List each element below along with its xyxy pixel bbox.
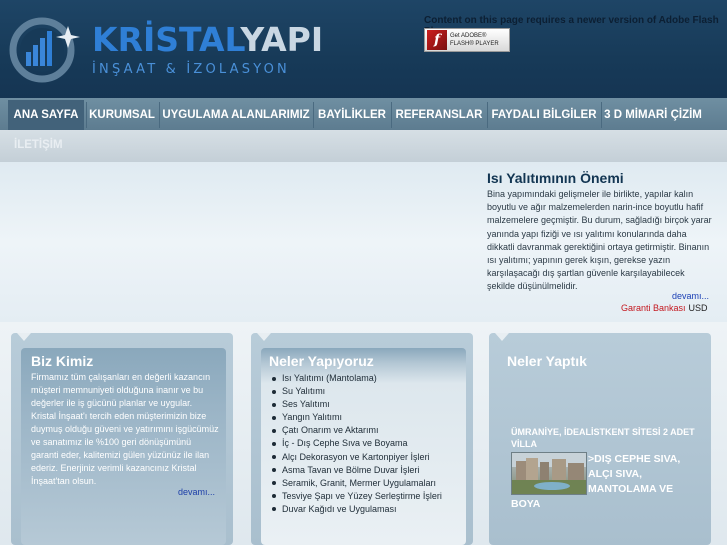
project-desc-line3: MANTOLAMA VE — [588, 483, 674, 495]
box-notch — [495, 333, 509, 341]
nav-item-faydali-bilgiler[interactable]: FAYDALI BİLGİLER — [489, 100, 599, 130]
ticker-bank: Garanti Bankası — [621, 303, 686, 313]
about-title: Biz Kimiz — [31, 353, 94, 369]
services-title: Neler Yapıyoruz — [269, 353, 374, 369]
box-notch — [17, 333, 31, 341]
logo-wordmark[interactable]: KRİSTALYAPI — [92, 20, 323, 59]
currency-ticker: Garanti Bankası USD — [621, 303, 709, 313]
services-list-item[interactable]: İç - Dış Cephe Sıva ve Boyama — [270, 437, 470, 450]
nav-item-3d-mimari-cizim[interactable]: 3 D MİMARİ ÇİZİM — [603, 100, 703, 130]
project-desc-line4: BOYA — [511, 498, 541, 510]
logo-name-part1: KRİSTAL — [92, 20, 241, 59]
nav-divider — [601, 102, 602, 128]
services-list-item[interactable]: Ses Yalıtımı — [270, 398, 470, 411]
ticker-currency: USD — [688, 303, 708, 313]
nav-divider — [391, 102, 392, 128]
nav-divider — [159, 102, 160, 128]
nav-divider — [86, 102, 87, 128]
site-header: KRİSTALYAPI İNŞAAT & İZOLASYON Content o… — [0, 0, 727, 98]
nav-divider — [313, 102, 314, 128]
services-list-item[interactable]: Alçı Dekorasyon ve Kartonpiyer İşleri — [270, 451, 470, 464]
projects-title: Neler Yaptık — [507, 353, 587, 369]
hero-title: Isı Yalıtımının Önemi — [487, 170, 624, 186]
nav-item-iletisim[interactable]: İLETİŞİM — [14, 130, 64, 160]
services-list-item[interactable]: Tesviye Şapı ve Yüzey Serleştirme İşleri — [270, 490, 470, 503]
about-read-more-link[interactable]: devamı... — [178, 487, 215, 497]
hero-read-more-link[interactable]: devamı... — [672, 291, 709, 301]
hero-text: Bina yapımındaki gelişmeler ile birlikte… — [487, 189, 712, 292]
nav-item-referanslar[interactable]: REFERANSLAR — [393, 100, 485, 130]
logo-icon[interactable] — [6, 12, 82, 84]
services-list-item[interactable]: Su Yalıtımı — [270, 385, 470, 398]
nav-item-ana-sayfa[interactable]: ANA SAYFA — [8, 100, 84, 130]
services-list: Isı Yalıtımı (Mantolama) Su Yalıtımı Ses… — [270, 372, 470, 516]
services-list-item[interactable]: Yangın Yalıtımı — [270, 411, 470, 424]
about-text: Firmamız tüm çalışanları en değerli kaza… — [31, 372, 219, 486]
nav-item-bayilikler[interactable]: BAYİLİKLER — [315, 100, 389, 130]
project-item-title[interactable]: ÜMRANİYE, İDEALİSTKENT SİTESİ 2 ADET VİL… — [511, 426, 701, 450]
nav-second-row — [0, 130, 727, 162]
services-list-item[interactable]: Seramik, Granit, Mermer Uygulamaları — [270, 477, 470, 490]
project-description: >DIŞ CEPHE SIVA, ALÇI SIVA, MANTOLAMA VE… — [511, 452, 711, 512]
flash-badge-line2: FLASH® PLAYER — [450, 41, 499, 47]
services-list-item[interactable]: Isı Yalıtımı (Mantolama) — [270, 372, 470, 385]
services-list-item[interactable]: Çatı Onarım ve Aktarımı — [270, 424, 470, 437]
nav-divider — [487, 102, 488, 128]
project-desc-line2: ALÇI SIVA, — [588, 468, 643, 480]
get-flash-player-button[interactable]: f Get ADOBE® FLASH® PLAYER — [424, 28, 510, 52]
flash-badge-line1: Get ADOBE® — [450, 33, 487, 39]
flash-logo-icon: f — [427, 30, 447, 50]
services-list-item[interactable]: Duvar Kağıdı ve Uygulaması — [270, 503, 470, 516]
logo-tagline: İNŞAAT & İZOLASYON — [92, 62, 290, 77]
services-list-item[interactable]: Asma Tavan ve Bölme Duvar İşleri — [270, 464, 470, 477]
project-desc-line1: >DIŞ CEPHE SIVA, — [588, 453, 681, 465]
nav-item-uygulama-alanlarimiz[interactable]: UYGULAMA ALANLARIMIZ — [161, 100, 311, 130]
nav-item-kurumsal[interactable]: KURUMSAL — [88, 100, 156, 130]
logo-name-part2: YAPI — [240, 20, 324, 59]
box-notch — [257, 333, 271, 341]
